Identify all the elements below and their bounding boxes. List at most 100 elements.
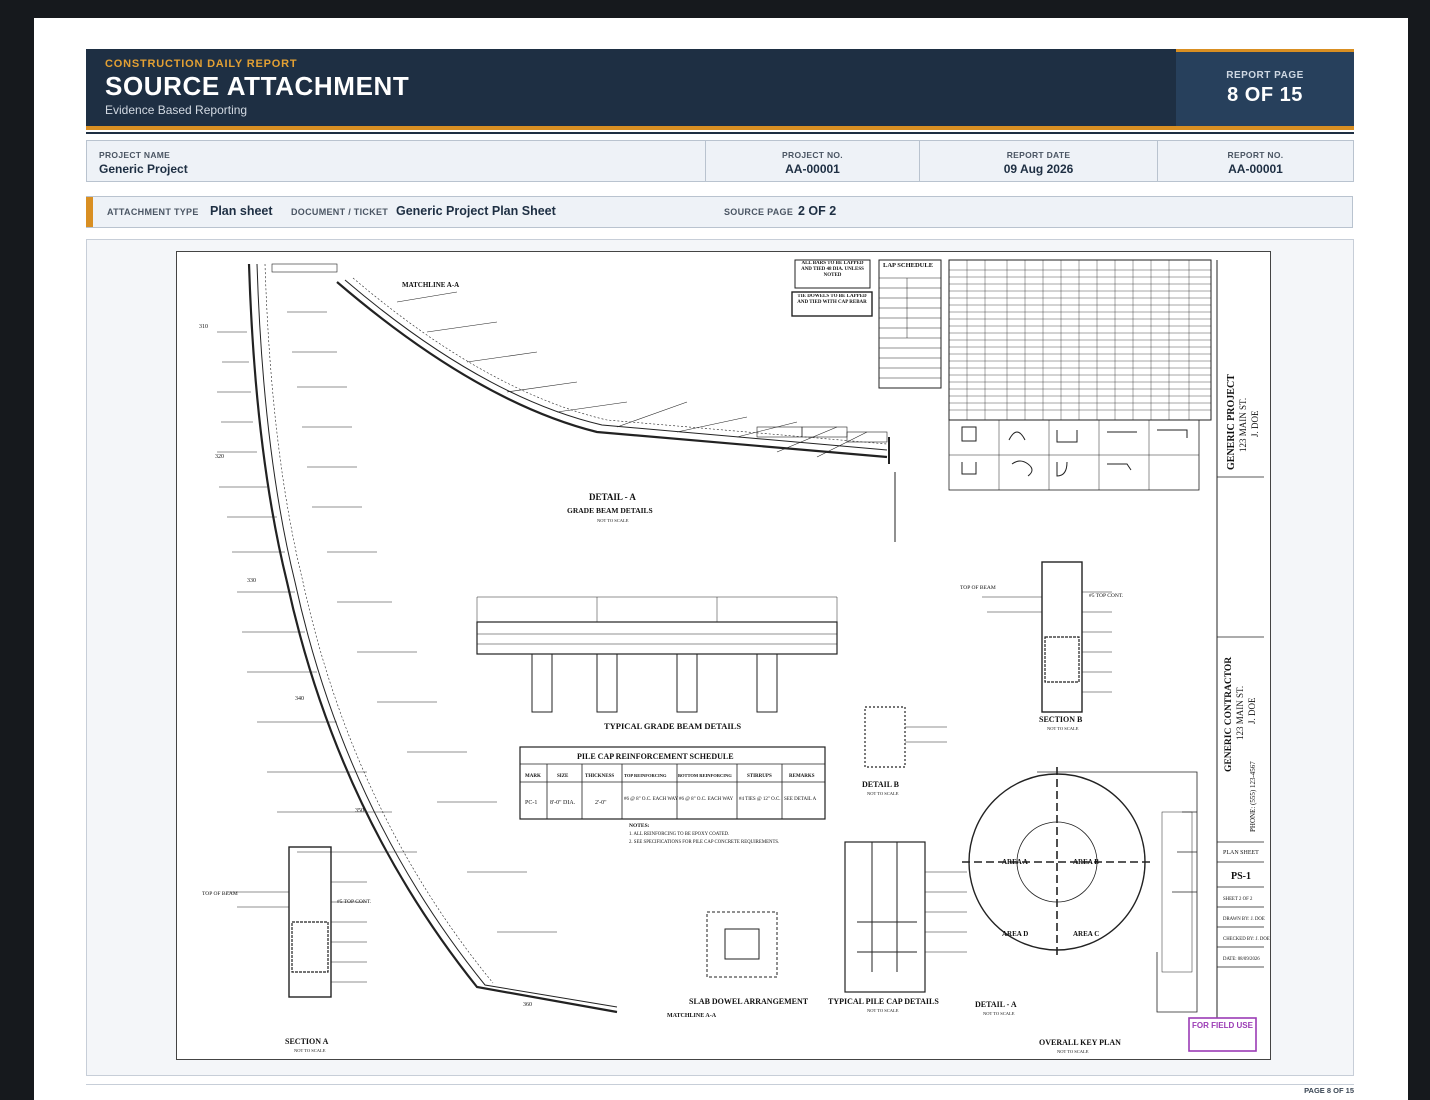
lap-note-2-wrap: TIE DOWELS TO BE LAPPED AND TIED WITH CA… [797,294,867,305]
project-no-value: AA-00001 [785,162,840,176]
grade-beam-rebar-lines [477,633,837,645]
project-no-cell: PROJECT NO. AA-00001 [705,141,919,181]
attachment-type-value: Plan sheet [210,204,273,218]
section-b-top-of-beam: TOP OF BEAM [960,585,996,591]
report-kicker: CONSTRUCTION DAILY REPORT [105,58,298,70]
diagonal-leader-lines [396,291,868,458]
detail-b-outline [864,706,906,768]
key-plan-area-a: AREA A [1002,858,1028,866]
pile-cap-header-mark: MARK [525,774,541,779]
pile-cap-leaders [925,871,967,953]
report-date-cell: REPORT DATE 09 Aug 2026 [919,141,1157,181]
station-320: 320 [215,454,224,460]
typical-pile-cap-title: TYPICAL PILE CAP DETAILS [828,997,939,1006]
section-b-leaders [982,591,1112,693]
section-a-scale: NOT TO SCALE [294,1048,326,1053]
station-360: 360 [523,1002,532,1008]
pile-cap-header-top: TOP REINFORCING [624,773,667,778]
detail-b-scale: NOT TO SCALE [867,791,899,796]
section-a-leaders [227,881,367,983]
left-leader-lines [217,331,417,853]
for-field-use-text: FOR FIELD USE [1192,1021,1253,1030]
title-block-drawn-by: DRAWN BY: J. DOE [1223,917,1265,922]
header-gold-stripe [86,126,1354,130]
pile-cap-row-bottom: #6 @ 8" O.C. EACH WAY [679,797,734,802]
key-plan-area-d: AREA D [1002,930,1028,938]
bar-schedule-rows [949,269,1211,411]
grade-beam-elevation [476,621,838,655]
title-block-contractor: GENERIC CONTRACTOR [1224,657,1234,772]
detail-b-title: DETAIL B [862,780,900,789]
attachment-type-label: ATTACHMENT TYPE [107,207,199,217]
report-page-label: REPORT PAGE [1226,70,1304,81]
report-no-label: REPORT NO. [1227,150,1284,160]
section-b-title: SECTION B [1039,715,1083,724]
pile-cap-outline [844,841,926,993]
source-page-label: SOURCE PAGE [724,207,794,217]
title-block-sheet-no: PS-1 [1231,871,1251,882]
report-date-label: REPORT DATE [1006,150,1071,160]
title-block-contractor-address: 123 MAIN ST. [1235,686,1245,740]
for-field-use-stamp: FOR FIELD USE [1188,1017,1257,1052]
pile-cap-table-rows [520,763,825,783]
report-date-value: 09 Aug 2026 [1003,162,1074,176]
typical-grade-beam-title: TYPICAL GRADE BEAM DETAILS [604,721,741,731]
grade-beam-piles [531,654,778,713]
grade-beam-curve-inner [256,263,618,1008]
pile-cap-row-thickness: 2'-0" [595,800,607,806]
section-a-top-of-beam: TOP OF BEAM [202,891,238,897]
section-b-scale: NOT TO SCALE [1047,726,1079,731]
title-block-owner-contact: J. DOE [1250,410,1260,437]
key-plan-area-c: AREA C [1073,930,1099,938]
project-no-label: PROJECT NO. [782,150,843,160]
slab-dowel-cap [724,928,760,960]
project-name-label: PROJECT NAME [99,150,171,160]
report-page-counter: REPORT PAGE 8 OF 15 [1176,49,1354,126]
title-block-date: DATE: 08/09/2026 [1223,957,1260,962]
slab-dowel-title: SLAB DOWEL ARRANGEMENT [689,997,809,1006]
title-block-checked-by: CHECKED BY: J. DOE [1223,937,1270,942]
title-block-phone: PHONE: (555) 123-4567 [1249,761,1257,832]
pile-cap-rebar [857,842,917,972]
lap-note-2: TIE DOWELS TO BE LAPPED AND TIED WITH CA… [797,294,867,305]
project-info-row: PROJECT NAME Generic Project PROJECT NO.… [86,140,1354,182]
section-a-top-cont: #5 TOP CONT. [337,899,372,905]
detail-a-subtitle: GRADE BEAM DETAILS [567,506,653,515]
document-ticket-value: Generic Project Plan Sheet [396,204,556,218]
lap-schedule-grid [879,277,941,379]
key-plan-building [1037,771,1198,1013]
section-a-title: SECTION A [285,1037,329,1046]
attachment-bar: ATTACHMENT TYPE Plan sheet DOCUMENT / TI… [86,196,1353,228]
report-no-value: AA-00001 [1228,162,1283,176]
title-block-owner: GENERIC PROJECT [1226,374,1237,470]
station-340: 340 [295,696,304,702]
page-subtitle: Evidence Based Reporting [105,103,248,117]
station-310: 310 [199,324,208,330]
pile-cap-schedule-title: PILE CAP REINFORCEMENT SCHEDULE [577,752,734,761]
section-b-cage [1044,636,1080,683]
project-name-cell: PROJECT NAME Generic Project [87,141,705,181]
typical-pile-cap-scale: NOT TO SCALE [867,1008,899,1013]
lap-note-1-wrap: ALL BARS TO BE LAPPED AND TIED 48 DIA. U… [801,261,864,278]
plan-sheet-drawing: MATCHLINE A-A DETAIL - A GRADE BEAM DETA… [176,251,1271,1060]
callout-box-a [756,426,803,438]
pile-cap-row-remarks: SEE DETAIL A [784,797,817,802]
station-330: 330 [247,578,256,584]
pile-cap-row-top: #6 @ 8" O.C. EACH WAY [624,797,679,802]
detail-b-leaders [905,726,947,743]
title-block-sheet-of: SHEET 2 OF 2 [1223,897,1253,902]
pile-cap-row-stirrups: #4 TIES @ 12" O.C. [739,797,781,802]
pile-cap-row-size: 8'-0" DIA. [550,800,576,806]
callout-box-c [846,431,888,443]
lap-schedule-title: LAP SCHEDULE [883,262,933,269]
notes-title: NOTES: [629,823,650,829]
key-plan-scale: NOT TO SCALE [1057,1049,1089,1054]
detail-a-title: DETAIL - A [589,492,636,502]
title-block-sheet-label: PLAN SHEET [1223,850,1259,856]
drawing-labels: MATCHLINE A-A DETAIL - A GRADE BEAM DETA… [199,261,1270,1054]
footer-page-number: PAGE 8 OF 15 [1304,1086,1354,1095]
callout-box-top [271,263,338,273]
pile-cap-header-size: SIZE [557,774,569,779]
detail-a-scale: NOT TO SCALE [597,518,629,523]
grade-beam-curve-outer [247,263,618,1014]
